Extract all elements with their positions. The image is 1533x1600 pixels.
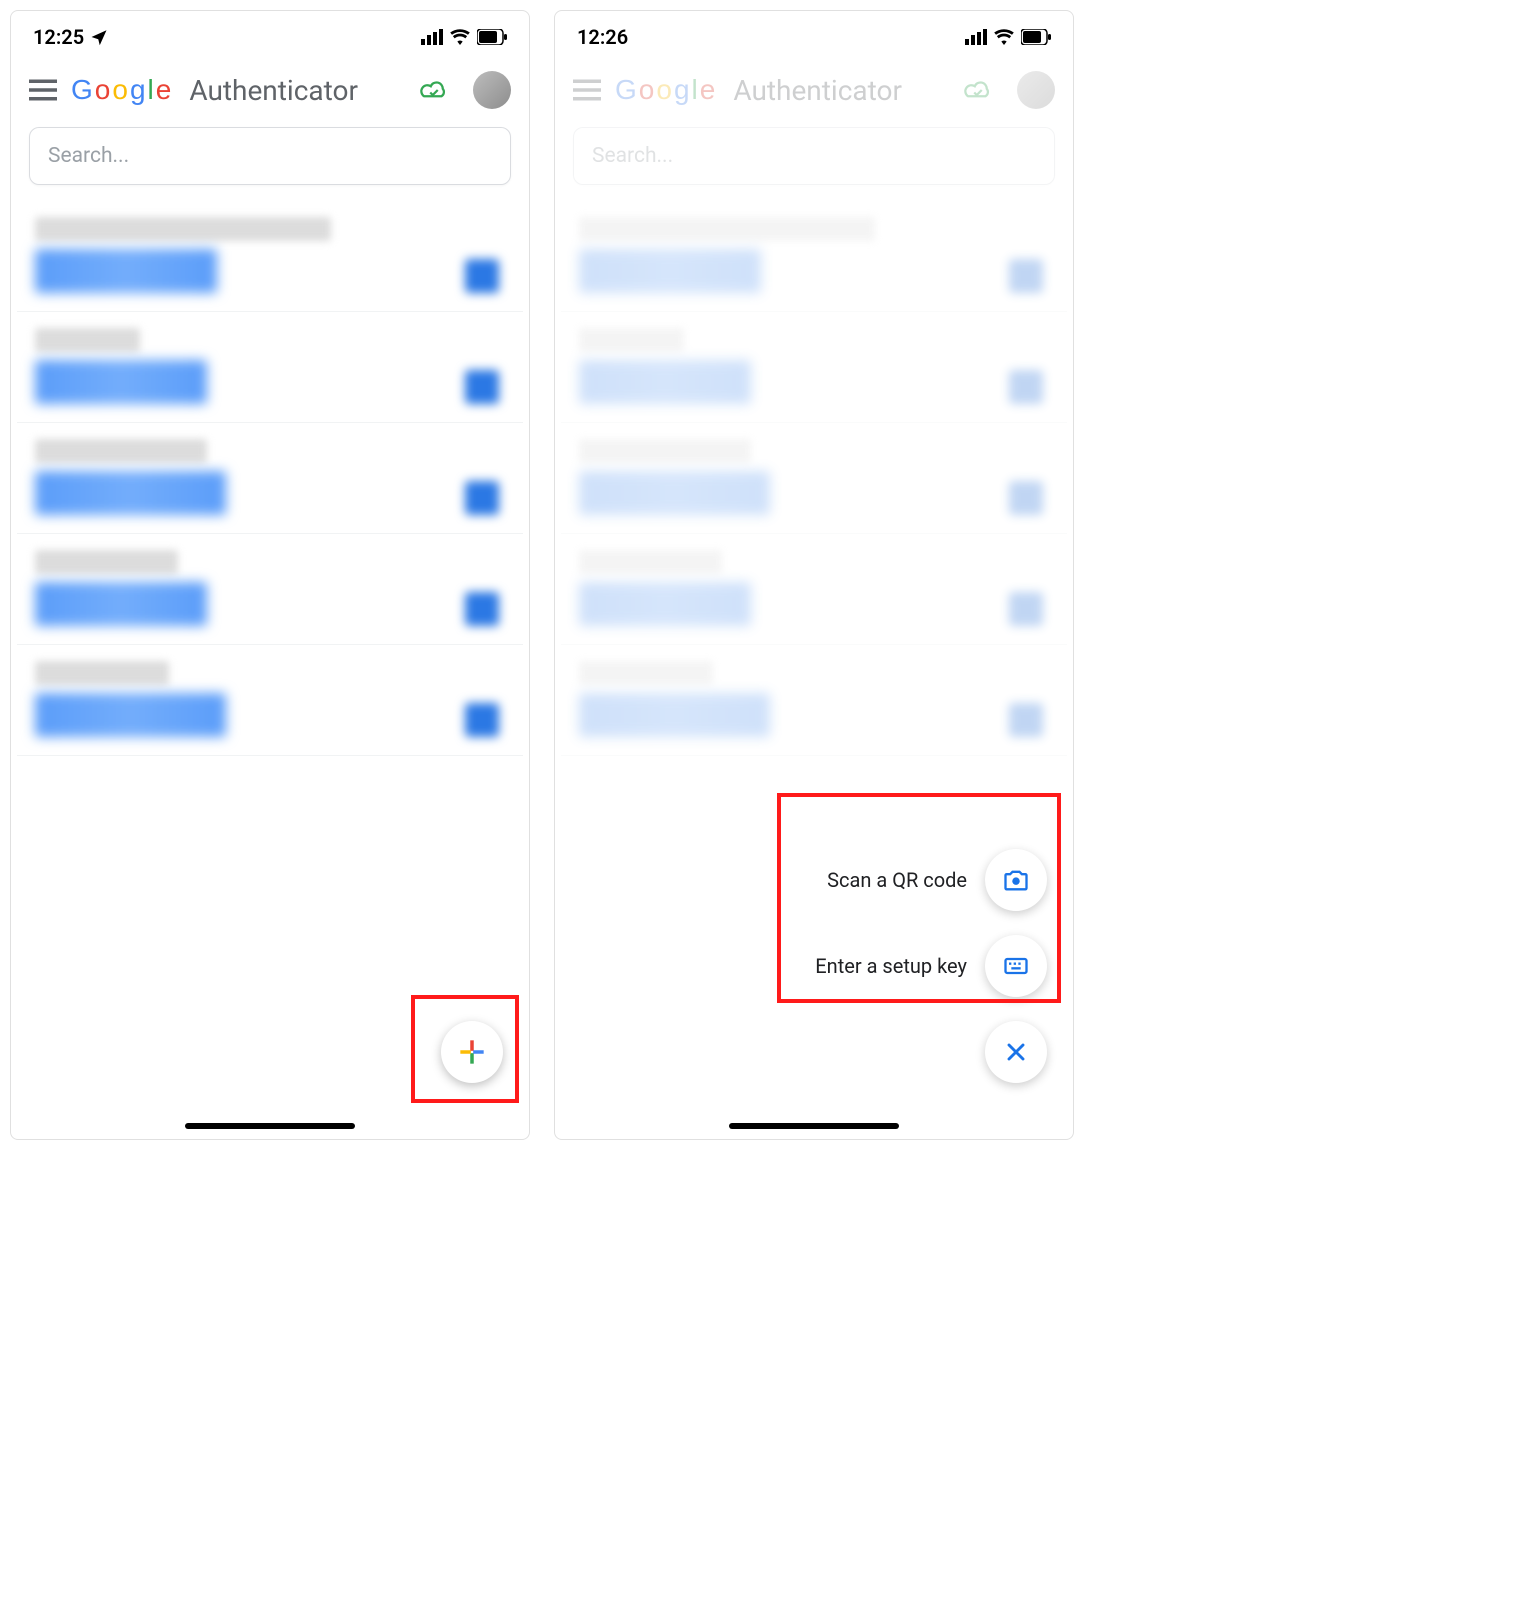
- hamburger-icon[interactable]: [29, 79, 57, 101]
- cellular-icon: [965, 29, 987, 45]
- annotation-highlight-fab: [411, 995, 519, 1103]
- google-logo: Google: [615, 74, 715, 106]
- accounts-list: [11, 201, 529, 756]
- home-indicator: [185, 1123, 355, 1129]
- search-input: Search...: [573, 127, 1055, 185]
- cellular-icon: [421, 29, 443, 45]
- close-fab-action[interactable]: [985, 1021, 1047, 1083]
- clock: 12:25: [33, 25, 84, 49]
- hamburger-icon: [573, 79, 601, 101]
- avatar: [1017, 71, 1055, 109]
- avatar[interactable]: [473, 71, 511, 109]
- status-bar: 12:25: [11, 11, 529, 57]
- search-input[interactable]: Search...: [29, 127, 511, 185]
- accounts-list: [555, 201, 1073, 756]
- wifi-icon: [993, 29, 1015, 45]
- cloud-sync-icon[interactable]: [419, 78, 449, 102]
- annotation-highlight-actions: [777, 793, 1061, 1003]
- account-item[interactable]: [17, 645, 523, 756]
- cloud-sync-icon: [963, 78, 993, 102]
- account-item[interactable]: [17, 534, 523, 645]
- account-item[interactable]: [17, 423, 523, 534]
- battery-icon: [477, 29, 507, 45]
- app-header: Google Authenticator: [11, 57, 529, 123]
- account-item[interactable]: [17, 312, 523, 423]
- wifi-icon: [449, 29, 471, 45]
- account-item[interactable]: [17, 201, 523, 312]
- app-title: Authenticator: [189, 74, 358, 107]
- battery-icon: [1021, 29, 1051, 45]
- screenshot-right: 12:26 Google Authenticator Search... Sca…: [554, 10, 1074, 1140]
- google-logo: Google: [71, 74, 171, 106]
- close-icon: [1002, 1038, 1030, 1066]
- clock: 12:26: [577, 25, 628, 49]
- app-header: Google Authenticator: [555, 57, 1073, 123]
- screenshot-left: 12:25 Google Authenticator Search...: [10, 10, 530, 1140]
- home-indicator: [729, 1123, 899, 1129]
- location-icon: [90, 28, 108, 46]
- app-title: Authenticator: [733, 74, 902, 107]
- status-bar: 12:26: [555, 11, 1073, 57]
